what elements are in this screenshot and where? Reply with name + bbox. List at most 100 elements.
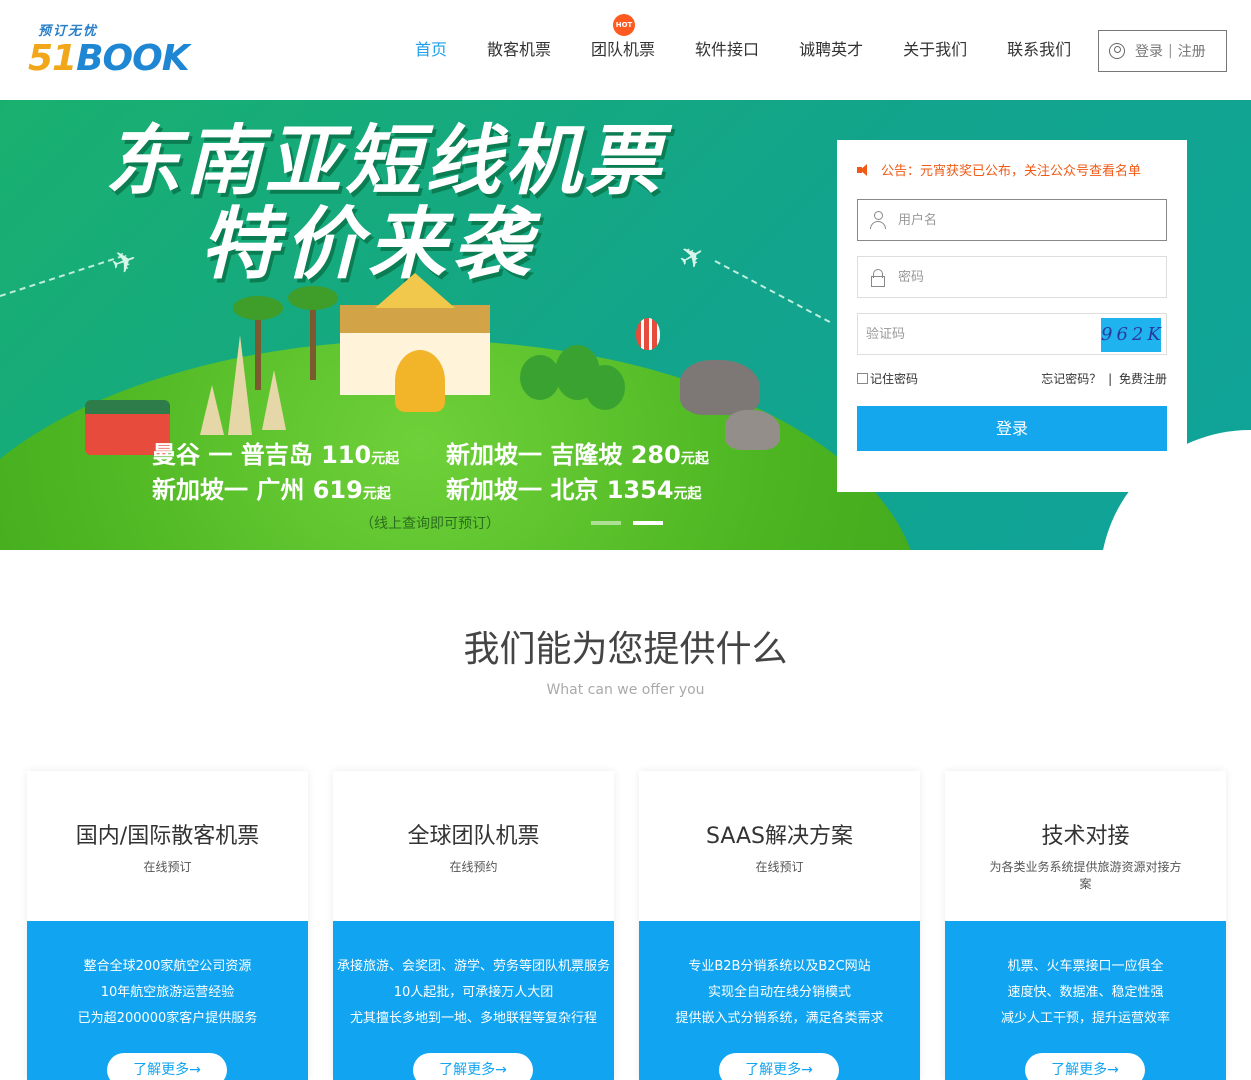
service-card: 全球团队机票 在线预约 承接旅游、会奖团、游学、劳务等团队机票服务 10人起批，… — [333, 771, 614, 1080]
learn-more-button[interactable]: 了解更多→ — [413, 1053, 533, 1080]
remember-label: 记住密码 — [870, 372, 919, 386]
free-register-link[interactable]: 免费注册 — [1119, 372, 1167, 386]
pagoda-illustration — [200, 385, 224, 435]
card-line: 机票、火车票接口一应俱全 — [1007, 959, 1164, 974]
nav-careers[interactable]: 诚聘英才 — [779, 0, 883, 100]
nav-software-api[interactable]: 软件接口 — [675, 0, 779, 100]
section-title: 我们能为您提供什么 — [463, 629, 788, 670]
header-register-link[interactable]: 注册 — [1178, 41, 1206, 61]
card-header: SAAS解决方案 在线预订 — [639, 771, 920, 921]
nav-about[interactable]: 关于我们 — [883, 0, 987, 100]
carousel-dot-active[interactable] — [633, 521, 663, 525]
route-price-value: 619 — [312, 476, 363, 504]
card-subtitle: 在线预约 — [449, 860, 498, 874]
logo-number: 51 — [28, 38, 77, 79]
announcement-text: 公告：元宵获奖已公布，关注公众号查看名单 — [881, 164, 1142, 179]
nav-group-tickets[interactable]: HOT 团队机票 — [571, 0, 675, 100]
logo-name: BOOK — [76, 38, 190, 79]
username-input[interactable] — [898, 212, 1138, 228]
route-price-unit: 元起 — [362, 486, 391, 502]
login-button[interactable]: 登录 — [857, 406, 1167, 451]
learn-more-button[interactable]: 了解更多→ — [107, 1053, 227, 1080]
card-subtitle: 为各类业务系统提供旅游资源对接方案 — [989, 860, 1182, 891]
card-body: 专业B2B分销系统以及B2C网站 实现全自动在线分销模式 提供嵌入式分销系统，满… — [639, 921, 920, 1080]
captcha-input[interactable] — [866, 326, 1086, 342]
flight-path-right — [714, 260, 831, 323]
captcha-image[interactable]: 962K — [1101, 318, 1161, 352]
card-body: 整合全球200家航空公司资源 10年航空旅游运营经验 已为超200000家客户提… — [27, 921, 308, 1080]
card-line: 10人起批，可承接万人大团 — [393, 985, 554, 1000]
service-card: 技术对接 为各类业务系统提供旅游资源对接方案 机票、火车票接口一应俱全 速度快、… — [945, 771, 1226, 1080]
card-subtitle: 在线预订 — [755, 860, 804, 874]
route-price-unit: 元起 — [673, 486, 702, 502]
card-line: 减少人工干预，提升运营效率 — [1000, 1011, 1170, 1026]
card-line: 已为超200000家客户提供服务 — [77, 1011, 258, 1026]
main-nav: 首页 散客机票 HOT 团队机票 软件接口 诚聘英才 关于我们 联系我们 — [395, 0, 1091, 100]
remember-password[interactable]: 记住密码 — [857, 370, 918, 387]
card-header: 技术对接 为各类业务系统提供旅游资源对接方案 — [945, 771, 1226, 921]
announcement[interactable]: 公告：元宵获奖已公布，关注公众号查看名单 — [857, 160, 1141, 179]
site-header: 预订无忧 51BOOK 首页 散客机票 HOT 团队机票 软件接口 诚聘英才 关… — [0, 0, 1251, 100]
speaker-icon — [857, 163, 873, 176]
header-login-box: 登录 | 注册 — [1098, 30, 1227, 72]
card-line: 速度快、数据准、稳定性强 — [1007, 985, 1164, 1000]
card-title: SAAS解决方案 — [705, 824, 854, 849]
card-body: 承接旅游、会奖团、游学、劳务等团队机票服务 10人起批，可承接万人大团 尤其擅长… — [333, 921, 614, 1080]
card-lines: 整合全球200家航空公司资源 10年航空旅游运营经验 已为超200000家客户提… — [27, 921, 308, 1032]
card-subtitle: 在线预订 — [143, 860, 192, 874]
card-lines: 承接旅游、会奖团、游学、劳务等团队机票服务 10人起批，可承接万人大团 尤其擅长… — [333, 921, 614, 1032]
account-links: 忘记密码？ | 免费注册 — [1041, 370, 1167, 387]
lock-icon — [871, 268, 885, 287]
airplane-icon: ✈ — [672, 236, 713, 279]
route-price-value: 1354 — [606, 476, 674, 504]
card-title: 技术对接 — [1041, 824, 1130, 849]
route-price-unit: 元起 — [371, 451, 400, 467]
card-header: 全球团队机票 在线预约 — [333, 771, 614, 921]
route-price: 新加坡一 北京 1354元起 — [446, 470, 702, 505]
route-name: 曼谷 一 普吉岛 — [152, 441, 313, 469]
card-line: 实现全自动在线分销模式 — [707, 985, 851, 1000]
card-line: 尤其擅长多地到一地、多地联程等复杂行程 — [349, 1011, 597, 1026]
card-title: 国内/国际散客机票 — [75, 824, 260, 849]
nav-individual-tickets[interactable]: 散客机票 — [467, 0, 571, 100]
tree-illustration — [585, 365, 625, 410]
service-card: SAAS解决方案 在线预订 专业B2B分销系统以及B2C网站 实现全自动在线分销… — [639, 771, 920, 1080]
card-lines: 专业B2B分销系统以及B2C网站 实现全自动在线分销模式 提供嵌入式分销系统，满… — [639, 921, 920, 1032]
route-price: 新加坡一 广州 619元起 — [152, 470, 391, 505]
ficon-wrap — [858, 268, 898, 287]
learn-more-button[interactable]: 了解更多→ — [719, 1053, 839, 1080]
route-name: 新加坡一 吉隆坡 — [446, 441, 623, 469]
route-price-unit: 元起 — [680, 451, 709, 467]
buddha-illustration — [395, 350, 445, 412]
learn-more-button[interactable]: 了解更多→ — [1025, 1053, 1145, 1080]
route-price-value: 280 — [630, 441, 681, 469]
nav-contact[interactable]: 联系我们 — [987, 0, 1091, 100]
airplane-icon: ✈ — [106, 241, 143, 284]
hot-air-balloon-illustration — [636, 318, 660, 350]
tree-illustration — [520, 355, 560, 400]
carousel-dot[interactable] — [591, 521, 621, 525]
card-lines: 机票、火车票接口一应俱全 速度快、数据准、稳定性强 减少人工干预，提升运营效率 — [945, 921, 1226, 1032]
section-subtitle: What can we offer you — [546, 682, 705, 698]
card-line: 承接旅游、会奖团、游学、劳务等团队机票服务 — [336, 959, 610, 974]
route-name: 新加坡一 广州 — [152, 476, 305, 504]
header-separator: | — [1168, 43, 1173, 59]
route-price-value: 110 — [321, 441, 372, 469]
header-login-link[interactable]: 登录 — [1135, 41, 1163, 61]
logo-slogan: 预订无忧 — [38, 24, 99, 39]
pagoda-illustration — [262, 370, 286, 430]
service-card: 国内/国际散客机票 在线预订 整合全球200家航空公司资源 10年航空旅游运营经… — [27, 771, 308, 1080]
elephant-illustration — [680, 360, 760, 415]
palm-tree-illustration — [233, 296, 283, 390]
route-price: 新加坡一 吉隆坡 280元起 — [446, 435, 709, 470]
banner-title: 东南亚短线机票 — [105, 116, 665, 205]
password-field — [857, 256, 1167, 298]
password-input[interactable] — [898, 269, 1138, 285]
forgot-password-link[interactable]: 忘记密码？ — [1041, 372, 1101, 386]
nav-home[interactable]: 首页 — [395, 0, 467, 100]
remember-checkbox[interactable] — [857, 373, 868, 384]
logo[interactable]: 预订无忧 51BOOK — [28, 20, 208, 80]
user-circle-icon — [1109, 43, 1125, 59]
login-panel: 公告：元宵获奖已公布，关注公众号查看名单 962K 记住密码 忘记密码？ | 免… — [837, 140, 1187, 492]
hot-badge: HOT — [613, 14, 636, 36]
